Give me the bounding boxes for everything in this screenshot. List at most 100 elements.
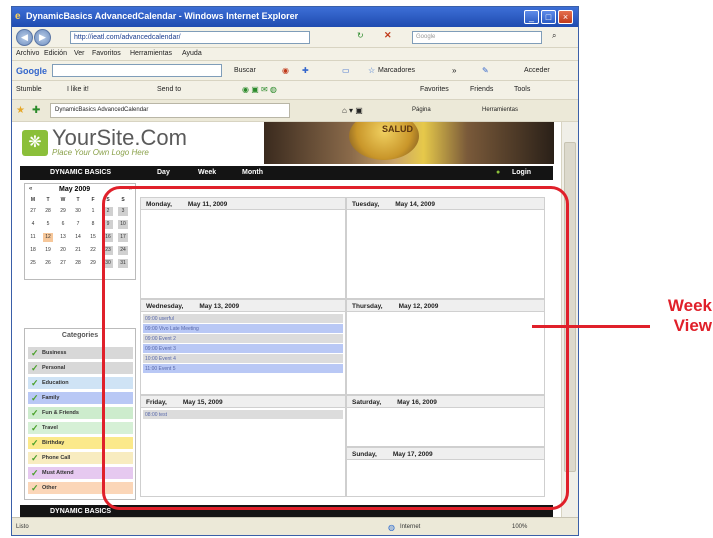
- zone-text: Internet: [400, 524, 421, 530]
- mini-day[interactable]: 4: [28, 220, 38, 229]
- address-input[interactable]: http://ieatl.com/advancedcalendar/: [70, 31, 310, 44]
- ie-icon: e: [15, 11, 21, 22]
- category-label: Education: [42, 380, 69, 386]
- nav-day[interactable]: Day: [157, 169, 170, 176]
- search-input[interactable]: Google: [412, 31, 542, 44]
- zoom-level[interactable]: 100%: [512, 524, 527, 530]
- buscar-button[interactable]: Buscar: [234, 67, 256, 74]
- mini-day[interactable]: 1: [88, 207, 98, 216]
- mini-day[interactable]: 29: [58, 207, 68, 216]
- herramientas-menu[interactable]: Herramientas: [482, 107, 518, 113]
- stumble-button[interactable]: Stumble: [16, 86, 42, 93]
- mini-day[interactable]: 6: [58, 220, 68, 229]
- pagina-menu[interactable]: Página: [412, 107, 431, 113]
- mini-day[interactable]: 12: [43, 233, 53, 242]
- check-icon: ✓: [31, 468, 39, 478]
- close-button[interactable]: ×: [558, 10, 573, 24]
- nav-week[interactable]: Week: [198, 169, 216, 176]
- star-icon[interactable]: ☆: [368, 66, 375, 75]
- category-label: Travel: [42, 425, 58, 431]
- mini-day[interactable]: 21: [73, 246, 83, 255]
- category-label: Phone Call: [42, 455, 71, 461]
- weekday-header: T: [46, 197, 50, 203]
- menu-archivo[interactable]: Archivo: [16, 50, 39, 57]
- mini-day[interactable]: 13: [58, 233, 68, 242]
- wrench-icon[interactable]: ✎: [482, 66, 489, 75]
- forward-icon[interactable]: ▶: [34, 29, 51, 46]
- more-icon[interactable]: »: [452, 66, 456, 75]
- mini-day[interactable]: 25: [28, 259, 38, 268]
- mini-day[interactable]: 18: [28, 246, 38, 255]
- logo-text: YourSite.Com: [52, 125, 187, 150]
- pagerank-icon[interactable]: ▭: [342, 66, 350, 75]
- maximize-button[interactable]: □: [541, 10, 556, 24]
- weekday-header: M: [30, 197, 36, 203]
- mini-day[interactable]: 29: [88, 259, 98, 268]
- menu-ver[interactable]: Ver: [74, 50, 85, 57]
- home-icon[interactable]: ⌂ ▾ ▣: [342, 106, 363, 115]
- favorites-star-icon[interactable]: ★: [16, 105, 25, 116]
- week-view-highlight: [102, 186, 569, 510]
- mini-day[interactable]: 27: [28, 207, 38, 216]
- mini-day[interactable]: 8: [88, 220, 98, 229]
- stop-icon[interactable]: ✕: [384, 30, 392, 41]
- refresh-icon[interactable]: ↻: [357, 31, 364, 40]
- menu-herramientas[interactable]: Herramientas: [130, 50, 172, 57]
- category-label: Family: [42, 395, 60, 401]
- favorites-button[interactable]: Favorites: [420, 86, 449, 93]
- prev-month-icon[interactable]: «: [29, 186, 32, 192]
- check-icon: ✓: [31, 483, 39, 493]
- mini-day[interactable]: 15: [88, 233, 98, 242]
- bottom-nav-brand: DYNAMIC BASICS: [50, 508, 112, 515]
- friends-button[interactable]: Friends: [470, 86, 493, 93]
- status-bar: Listo ◍ Internet 100%: [12, 517, 578, 535]
- mini-day[interactable]: 19: [43, 246, 53, 255]
- marcadores-button[interactable]: Marcadores: [378, 67, 415, 74]
- nav-month[interactable]: Month: [242, 169, 263, 176]
- mini-day[interactable]: 27: [58, 259, 68, 268]
- mini-day[interactable]: 7: [73, 220, 83, 229]
- sidewiki-icon[interactable]: ✚: [302, 66, 309, 75]
- search-icon[interactable]: ⌕: [552, 31, 556, 41]
- mini-day[interactable]: 28: [43, 207, 53, 216]
- mini-day[interactable]: 30: [73, 207, 83, 216]
- login-icon[interactable]: ●: [496, 169, 500, 176]
- sendto-button[interactable]: Send to: [157, 86, 181, 93]
- add-favorites-icon[interactable]: ✚: [32, 105, 40, 116]
- google-search-input[interactable]: [52, 64, 222, 77]
- popup-icon[interactable]: ◉: [282, 66, 289, 75]
- minimize-button[interactable]: _: [524, 10, 539, 24]
- check-icon: ✓: [31, 378, 39, 388]
- back-icon[interactable]: ◀: [16, 29, 33, 46]
- links-toolbar: Stumble I like it! Send to ◉ ▣ ✉ ◍ Favor…: [12, 81, 578, 100]
- ilike-button[interactable]: I like it!: [67, 86, 89, 93]
- nav-login[interactable]: Login: [512, 169, 531, 176]
- globe-icon: ◍: [388, 523, 395, 532]
- category-label: Birthday: [42, 440, 65, 446]
- mini-day[interactable]: 11: [28, 233, 38, 242]
- check-icon: ✓: [31, 348, 39, 358]
- category-label: Must Attend: [42, 470, 74, 476]
- acceder-button[interactable]: Acceder: [524, 67, 550, 74]
- category-label: Other: [42, 485, 57, 491]
- menu-ayuda[interactable]: Ayuda: [182, 50, 202, 57]
- google-toolbar: Google Buscar ◉ ✚ ▭ ☆ Marcadores » ✎ Acc…: [12, 61, 578, 81]
- mini-day[interactable]: 26: [43, 259, 53, 268]
- toolbar-icons[interactable]: ◉ ▣ ✉ ◍: [242, 85, 277, 94]
- mini-day[interactable]: 22: [88, 246, 98, 255]
- menu-favoritos[interactable]: Favoritos: [92, 50, 121, 57]
- mini-day[interactable]: 28: [73, 259, 83, 268]
- site-logo[interactable]: YourSite.Com Place Your Own Logo Here: [52, 125, 187, 158]
- mini-day[interactable]: 14: [73, 233, 83, 242]
- weekday-header: W: [60, 197, 66, 203]
- title-bar: e DynamicBasics AdvancedCalendar - Windo…: [12, 7, 578, 27]
- tools-button[interactable]: Tools: [514, 86, 530, 93]
- mini-day[interactable]: 20: [58, 246, 68, 255]
- menu-edicion[interactable]: Edición: [44, 50, 67, 57]
- check-icon: ✓: [31, 453, 39, 463]
- check-icon: ✓: [31, 393, 39, 403]
- tab-label: DynamicBasics AdvancedCalendar: [55, 107, 149, 113]
- mini-day[interactable]: 5: [43, 220, 53, 229]
- google-logo: Google: [16, 66, 47, 76]
- page-tab[interactable]: DynamicBasics AdvancedCalendar: [50, 103, 290, 118]
